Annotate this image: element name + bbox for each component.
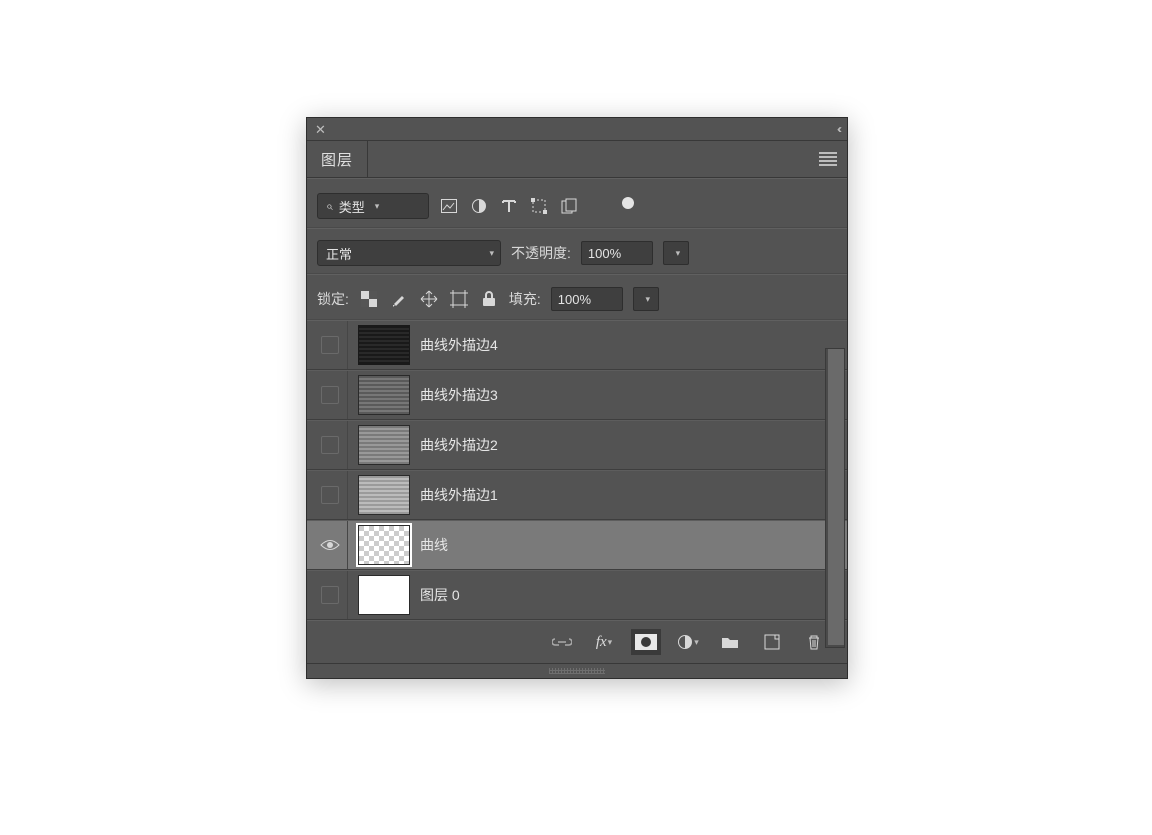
layer-list: 曲线外描边4 曲线外描边3 曲线外描边2 曲线外描边1 曲线图层 0 bbox=[307, 320, 847, 620]
fill-label: 填充: bbox=[509, 289, 541, 309]
layer-name[interactable]: 曲线外描边1 bbox=[420, 485, 498, 505]
close-icon[interactable]: ✕ bbox=[315, 123, 326, 136]
filter-row: ⌕ 类型 ▾ bbox=[307, 178, 847, 228]
layer-thumbnail[interactable] bbox=[358, 475, 410, 515]
layer-row[interactable]: 曲线外描边1 bbox=[307, 470, 847, 520]
layer-fx-icon[interactable]: fx▾ bbox=[589, 629, 619, 655]
layer-thumbnail[interactable] bbox=[358, 575, 410, 615]
layer-thumbnail[interactable] bbox=[358, 375, 410, 415]
visibility-toggle[interactable] bbox=[313, 321, 348, 369]
panel-titlebar: ✕ ‹‹ bbox=[307, 118, 847, 141]
chevron-down-icon: ▾ bbox=[676, 248, 681, 259]
collapse-icon[interactable]: ‹‹ bbox=[837, 122, 839, 136]
opacity-chevron[interactable]: ▾ bbox=[663, 241, 689, 265]
filter-smart-icon[interactable] bbox=[559, 196, 579, 216]
layer-name[interactable]: 曲线外描边4 bbox=[420, 335, 498, 355]
visibility-toggle[interactable] bbox=[313, 571, 348, 619]
opacity-field[interactable]: 100% bbox=[581, 241, 653, 265]
lock-row: 锁定: 填充: 100% ▾ bbox=[307, 274, 847, 320]
filter-type-icon[interactable] bbox=[499, 196, 519, 216]
visibility-toggle[interactable] bbox=[313, 521, 348, 569]
tab-layers[interactable]: 图层 bbox=[307, 141, 368, 177]
chevron-down-icon: ▾ bbox=[489, 248, 494, 259]
layer-thumbnail[interactable] bbox=[358, 325, 410, 365]
visibility-toggle[interactable] bbox=[313, 421, 348, 469]
filter-shape-icon[interactable] bbox=[529, 196, 549, 216]
layer-row[interactable]: 曲线 bbox=[307, 520, 847, 570]
filter-toggle[interactable] bbox=[617, 196, 637, 216]
panel-menu-icon[interactable] bbox=[819, 152, 837, 166]
lock-artboard-icon[interactable] bbox=[449, 289, 469, 309]
layer-name[interactable]: 图层 0 bbox=[420, 585, 460, 605]
filter-adjustment-icon[interactable] bbox=[469, 196, 489, 216]
opacity-label: 不透明度: bbox=[511, 243, 571, 263]
filter-kind-dropdown[interactable]: ⌕ 类型 ▾ bbox=[317, 193, 429, 219]
blend-mode-value: 正常 bbox=[326, 244, 352, 263]
scrollbar-thumb[interactable] bbox=[828, 349, 844, 645]
lock-paint-icon[interactable] bbox=[389, 289, 409, 309]
lock-transparent-icon[interactable] bbox=[359, 289, 379, 309]
layer-row[interactable]: 图层 0 bbox=[307, 570, 847, 620]
filter-pixel-icon[interactable] bbox=[439, 196, 459, 216]
new-adjustment-icon[interactable]: ▾ bbox=[673, 629, 703, 655]
layers-panel: ✕ ‹‹ 图层 ⌕ 类型 ▾ bbox=[306, 117, 848, 679]
blend-row: 正常 ▾ 不透明度: 100% ▾ bbox=[307, 228, 847, 274]
chevron-down-icon: ▾ bbox=[375, 201, 380, 212]
layer-thumbnail[interactable] bbox=[358, 525, 410, 565]
lock-position-icon[interactable] bbox=[419, 289, 439, 309]
layer-thumbnail[interactable] bbox=[358, 425, 410, 465]
fill-value: 100% bbox=[558, 292, 591, 307]
link-layers-icon[interactable] bbox=[547, 629, 577, 655]
fill-chevron[interactable]: ▾ bbox=[633, 287, 659, 311]
fill-field[interactable]: 100% bbox=[551, 287, 623, 311]
visibility-toggle[interactable] bbox=[313, 371, 348, 419]
add-mask-icon[interactable] bbox=[631, 629, 661, 655]
filter-kind-label: 类型 bbox=[339, 197, 365, 216]
layer-name[interactable]: 曲线外描边2 bbox=[420, 435, 498, 455]
search-icon: ⌕ bbox=[326, 199, 333, 214]
new-layer-icon[interactable] bbox=[757, 629, 787, 655]
visibility-toggle[interactable] bbox=[313, 471, 348, 519]
resize-grip[interactable] bbox=[307, 663, 847, 678]
layer-row[interactable]: 曲线外描边2 bbox=[307, 420, 847, 470]
chevron-down-icon: ▾ bbox=[646, 294, 651, 305]
lock-all-icon[interactable] bbox=[479, 289, 499, 309]
panel-footer: fx▾ ▾ bbox=[307, 620, 847, 663]
panel-tabbar: 图层 bbox=[307, 141, 847, 178]
opacity-value: 100% bbox=[588, 246, 621, 261]
lock-label: 锁定: bbox=[317, 289, 349, 309]
layer-row[interactable]: 曲线外描边3 bbox=[307, 370, 847, 420]
new-group-icon[interactable] bbox=[715, 629, 745, 655]
layer-name[interactable]: 曲线 bbox=[420, 535, 448, 555]
blend-mode-dropdown[interactable]: 正常 ▾ bbox=[317, 240, 501, 266]
layer-name[interactable]: 曲线外描边3 bbox=[420, 385, 498, 405]
layer-row[interactable]: 曲线外描边4 bbox=[307, 321, 847, 370]
